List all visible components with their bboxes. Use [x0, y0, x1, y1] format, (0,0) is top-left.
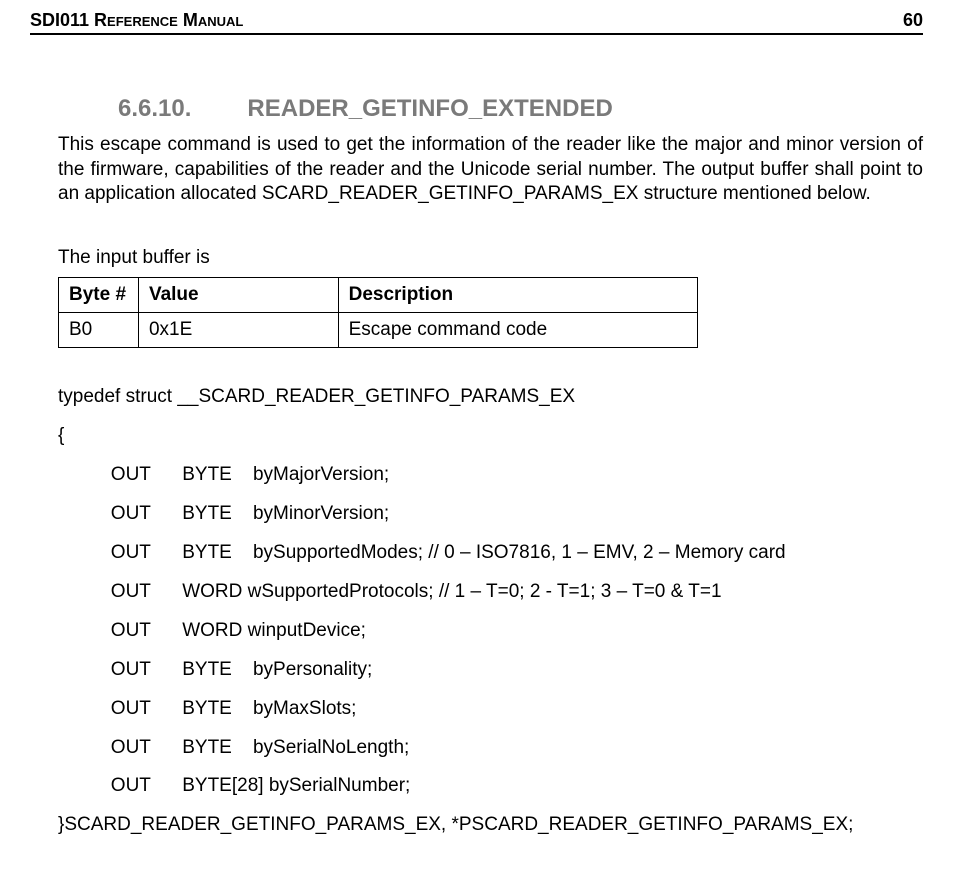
input-buffer-table: Byte # Value Description B0 0x1E Escape …	[58, 277, 698, 348]
brace-close-typedef: }SCARD_READER_GETINFO_PARAMS_EX, *PSCARD…	[58, 806, 923, 845]
cell-desc: Escape command code	[338, 313, 697, 348]
struct-definition: typedef struct __SCARD_READER_GETINFO_PA…	[58, 378, 923, 845]
struct-member: OUT BYTE bySerialNoLength;	[58, 729, 923, 768]
struct-member: OUT BYTE byPersonality;	[58, 651, 923, 690]
col-header-byte: Byte #	[59, 278, 139, 313]
section-paragraph: This escape command is used to get the i…	[58, 133, 923, 207]
cell-byte: B0	[59, 313, 139, 348]
struct-member: OUT BYTE[28] bySerialNumber;	[58, 767, 923, 806]
brace-open: {	[58, 417, 923, 456]
struct-member: OUT BYTE bySupportedModes; // 0 – ISO781…	[58, 534, 923, 573]
input-buffer-label: The input buffer is	[58, 247, 923, 269]
col-header-value: Value	[138, 278, 338, 313]
col-header-desc: Description	[338, 278, 697, 313]
typedef-line: typedef struct __SCARD_READER_GETINFO_PA…	[58, 378, 923, 417]
page-number: 60	[903, 10, 923, 31]
table-row: B0 0x1E Escape command code	[59, 313, 698, 348]
cell-value: 0x1E	[138, 313, 338, 348]
section-name: READER_GETINFO_EXTENDED	[247, 95, 612, 123]
table-header-row: Byte # Value Description	[59, 278, 698, 313]
section-heading: 6.6.10. READER_GETINFO_EXTENDED	[58, 95, 923, 123]
section-number: 6.6.10.	[118, 95, 191, 123]
struct-member: OUT WORD winputDevice;	[58, 612, 923, 651]
header-bar: SDI011 Reference Manual 60	[30, 10, 923, 35]
document-title: SDI011 Reference Manual	[30, 10, 243, 31]
struct-member: OUT BYTE byMajorVersion;	[58, 456, 923, 495]
page: SDI011 Reference Manual 60 6.6.10. READE…	[0, 0, 953, 875]
content-area: 6.6.10. READER_GETINFO_EXTENDED This esc…	[30, 95, 923, 845]
struct-member: OUT BYTE byMaxSlots;	[58, 690, 923, 729]
struct-member: OUT BYTE byMinorVersion;	[58, 495, 923, 534]
struct-member: OUT WORD wSupportedProtocols; // 1 – T=0…	[58, 573, 923, 612]
